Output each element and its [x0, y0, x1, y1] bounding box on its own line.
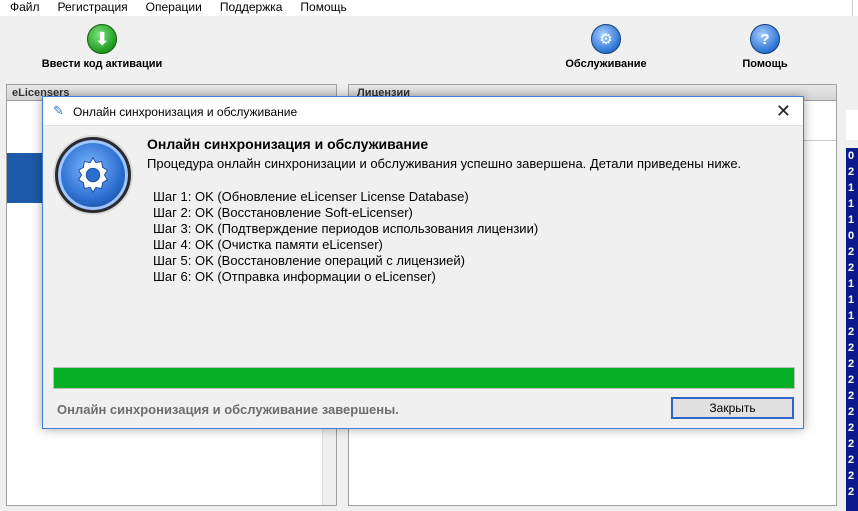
menu-help[interactable]: Помощь [290, 0, 354, 16]
close-icon[interactable]: ✕ [776, 101, 791, 121]
step-item: Шаг 4: OK (Очистка памяти eLicenser) [153, 237, 383, 252]
edge-digit: 2 [848, 454, 855, 466]
edge-digit: 2 [848, 390, 855, 402]
edge-digit: 0 [848, 230, 855, 242]
dialog-title: Онлайн синхронизация и обслуживание [73, 105, 298, 119]
gear-icon [55, 137, 131, 213]
maintenance-label: Обслуживание [565, 58, 647, 70]
dialog-heading: Онлайн синхронизация и обслуживание [147, 136, 429, 152]
menu-operations[interactable]: Операции [136, 0, 210, 16]
help-icon: ? [750, 24, 780, 54]
selected-elicenser-item[interactable] [7, 153, 47, 203]
edge-digit: 2 [848, 438, 855, 450]
step-item: Шаг 1: OK (Обновление eLicenser License … [153, 189, 469, 204]
progress-bar [53, 367, 795, 389]
edge-digit: 1 [848, 182, 855, 194]
menu-bar: Файл Регистрация Операции Поддержка Помо… [0, 0, 858, 16]
menu-support[interactable]: Поддержка [210, 0, 291, 16]
edge-digit: 1 [848, 278, 855, 290]
enter-activation-code-button[interactable]: ⬇ Ввести код активации [34, 24, 170, 70]
edge-panel [846, 110, 858, 140]
edge-digit: 0 [848, 150, 855, 162]
license-list-edge: 0 2 1 1 1 0 2 2 1 1 1 2 2 2 2 2 2 2 2 2 2 2 [846, 148, 858, 511]
edge-digit: 2 [848, 342, 855, 354]
dialog-description: Процедура онлайн синхронизации и обслужи… [147, 156, 742, 171]
download-arrow-icon: ⬇ [87, 24, 117, 54]
edge-digit: 2 [848, 470, 855, 482]
edge-digit: 2 [848, 422, 855, 434]
menu-file[interactable]: Файл [0, 0, 48, 16]
step-item: Шаг 5: OK (Восстановление операций с лиц… [153, 253, 465, 268]
step-item: Шаг 6: OK (Отправка информации о eLicens… [153, 269, 436, 284]
menu-registration[interactable]: Регистрация [48, 0, 136, 16]
edge-digit: 2 [848, 166, 855, 178]
progress-bar-fill [54, 368, 794, 388]
edge-digit: 1 [848, 310, 855, 322]
help-label: Помощь [742, 58, 788, 70]
help-button[interactable]: ? Помощь [730, 24, 800, 70]
sync-dialog: ✎ Онлайн синхронизация и обслуживание ✕ … [42, 96, 804, 429]
enter-activation-code-label: Ввести код активации [41, 58, 163, 70]
step-item: Шаг 3: OK (Подтверждение периодов исполь… [153, 221, 539, 236]
close-button[interactable]: Закрыть [671, 397, 794, 419]
edge-digit: 2 [848, 262, 855, 274]
status-text: Онлайн синхронизация и обслуживание заве… [57, 402, 399, 417]
pencil-icon: ✎ [53, 103, 64, 118]
toolbar: ⬇ Ввести код активации ⚙ Обслуживание ? … [0, 16, 845, 78]
edge-digit: 1 [848, 294, 855, 306]
gear-icon: ⚙ [591, 24, 621, 54]
edge-digit: 2 [848, 486, 855, 498]
edge-digit: 1 [848, 198, 855, 210]
edge-digit: 2 [848, 374, 855, 386]
maintenance-button[interactable]: ⚙ Обслуживание [556, 24, 656, 70]
step-item: Шаг 2: OK (Восстановление Soft-eLicenser… [153, 205, 413, 220]
steps-list: Шаг 1: OK (Обновление eLicenser License … [153, 189, 538, 285]
edge-digit: 2 [848, 406, 855, 418]
edge-digit: 1 [848, 214, 855, 226]
dialog-titlebar: ✎ Онлайн синхронизация и обслуживание ✕ [43, 97, 803, 126]
edge-digit: 2 [848, 358, 855, 370]
window-edge [852, 0, 858, 16]
edge-digit: 2 [848, 246, 855, 258]
edge-digit: 2 [848, 326, 855, 338]
